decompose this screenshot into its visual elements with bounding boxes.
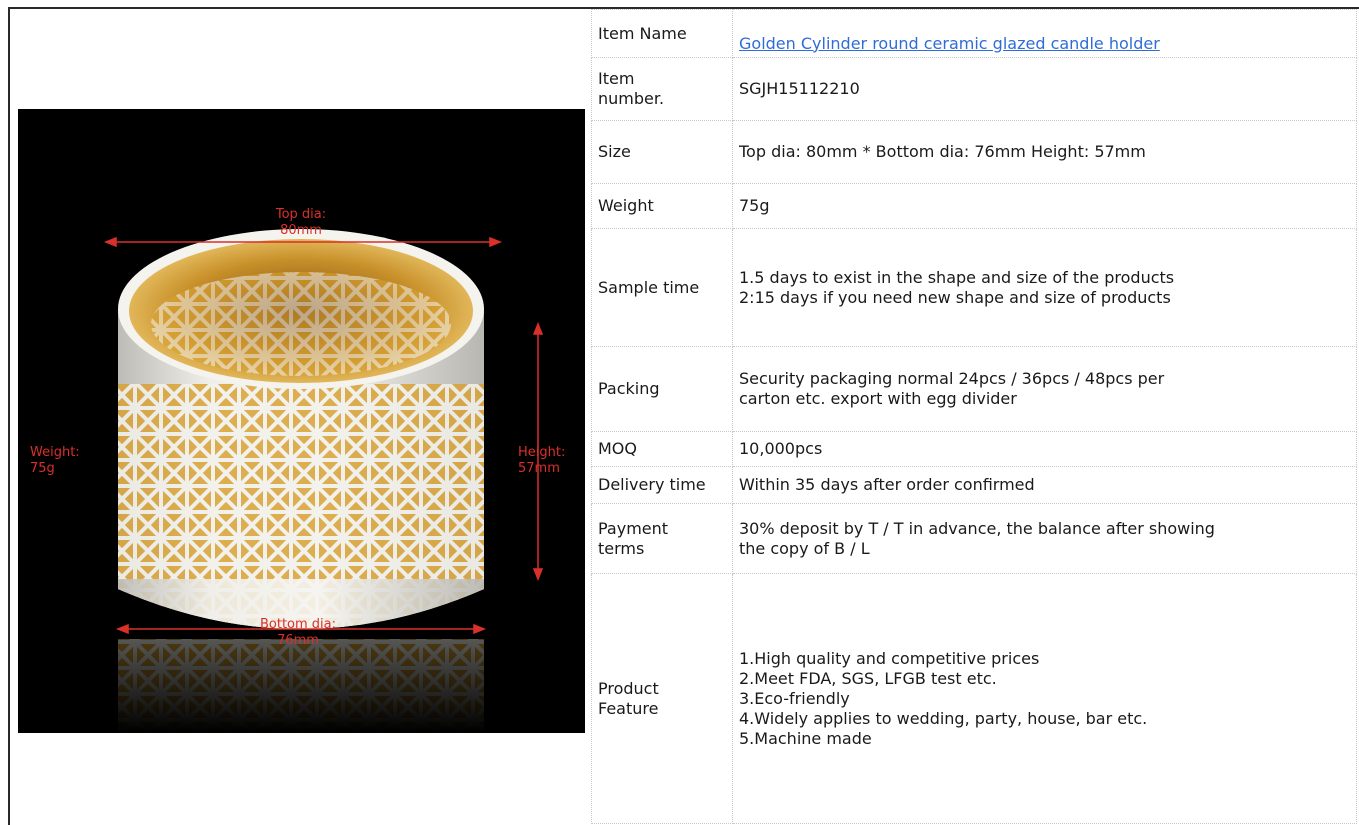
spec-row-sample-time: Sample time 1.5 days to exist in the sha… [591,228,1357,347]
spec-label: Size [591,120,733,184]
height-annotation: Height: 57mm [518,445,566,476]
spec-label: Product Feature [591,573,733,824]
product-name-link[interactable]: Golden Cylinder round ceramic glazed can… [739,34,1160,53]
product-photo: Top dia: 80mm Weight: 75g Height: 57mm B… [18,109,585,733]
spec-table: Item Name Golden Cylinder round ceramic … [591,9,1357,824]
spec-label: MOQ [591,431,733,467]
top-dia-annotation: Top dia: 80mm [275,207,327,238]
spec-value: Golden Cylinder round ceramic glazed can… [732,9,1357,58]
spec-value: 1.5 days to exist in the shape and size … [732,228,1357,347]
spec-label: Packing [591,346,733,432]
weight-annotation: Weight: 75g [30,445,80,476]
spec-label: Item number. [591,57,733,121]
spec-value: SGJH15112210 [732,57,1357,121]
spec-row-product-feature: Product Feature 1.High quality and compe… [591,573,1357,824]
spec-row-item-number: Item number. SGJH15112210 [591,57,1357,121]
spec-label: Delivery time [591,466,733,504]
spec-value: Within 35 days after order confirmed [732,466,1357,504]
spec-row-size: Size Top dia: 80mm * Bottom dia: 76mm He… [591,120,1357,184]
spec-value: 10,000pcs [732,431,1357,467]
spec-row-item-name: Item Name Golden Cylinder round ceramic … [591,9,1357,58]
spec-value: 30% deposit by T / T in advance, the bal… [732,503,1357,574]
spec-row-packing: Packing Security packaging normal 24pcs … [591,346,1357,432]
bottom-dia-annotation: Bottom dia: 76mm [259,617,337,648]
spec-row-moq: MOQ 10,000pcs [591,431,1357,467]
spec-label: Payment terms [591,503,733,574]
spec-row-payment-terms: Payment terms 30% deposit by T / T in ad… [591,503,1357,574]
spec-label: Item Name [591,9,733,58]
spec-value: Security packaging normal 24pcs / 36pcs … [732,346,1357,432]
spec-label: Weight [591,183,733,229]
spec-value: Top dia: 80mm * Bottom dia: 76mm Height:… [732,120,1357,184]
spec-value: 1.High quality and competitive prices 2.… [732,573,1357,824]
reflection [118,639,484,733]
spec-label: Sample time [591,228,733,347]
spec-row-delivery-time: Delivery time Within 35 days after order… [591,466,1357,504]
spec-value: 75g [732,183,1357,229]
product-image-cell: Top dia: 80mm Weight: 75g Height: 57mm B… [10,9,591,825]
spec-row-weight: Weight 75g [591,183,1357,229]
